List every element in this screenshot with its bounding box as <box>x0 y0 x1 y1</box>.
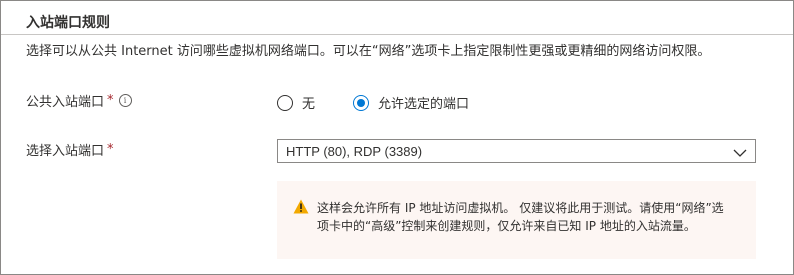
warning-text: 这样会允许所有 IP 地址访问虚拟机。 仅建议将此用于测试。请使用“网络”选 项… <box>317 199 724 235</box>
public-inbound-ports-radio-group: 无 允许选定的端口 <box>277 93 469 112</box>
radio-allow-selected-ports[interactable]: 允许选定的端口 <box>353 93 469 112</box>
radio-none-circle[interactable] <box>277 94 293 111</box>
radio-none[interactable]: 无 <box>277 93 315 112</box>
inbound-port-rules-panel: 入站端口规则 选择可以从公共 Internet 访问哪些虚拟机网络端口。可以在“… <box>0 0 794 275</box>
select-inbound-ports-value[interactable]: HTTP (80), RDP (3389) <box>286 144 422 159</box>
info-icon[interactable]: i <box>118 94 132 107</box>
public-inbound-ports-label-row: 公共入站端口 * i <box>26 91 132 110</box>
select-inbound-ports-label-row: 选择入站端口 * <box>26 140 114 159</box>
public-inbound-ports-label: 公共入站端口 <box>26 95 105 110</box>
section-title: 入站端口规则 <box>26 15 110 31</box>
warning-text-line-2: 项卡中的“高级”控制来创建规则，仅允许来自已知 IP 地址的入站流量。 <box>317 219 696 233</box>
radio-allow-selected-ports-circle[interactable] <box>353 94 370 111</box>
radio-none-label[interactable]: 无 <box>302 93 315 112</box>
select-inbound-ports-label: 选择入站端口 <box>26 144 105 159</box>
section-description: 选择可以从公共 Internet 访问哪些虚拟机网络端口。可以在“网络”选项卡上… <box>26 44 711 59</box>
chevron-down-icon[interactable] <box>733 142 747 161</box>
radio-allow-selected-ports-label[interactable]: 允许选定的端口 <box>378 93 469 112</box>
required-asterisk: * <box>107 142 114 157</box>
warning-icon <box>293 199 309 218</box>
section-divider <box>1 34 793 35</box>
warning-text-line-1: 这样会允许所有 IP 地址访问虚拟机。 仅建议将此用于测试。请使用“网络”选 <box>317 201 724 215</box>
radio-selected-dot <box>357 98 366 107</box>
select-inbound-ports-dropdown[interactable]: HTTP (80), RDP (3389) <box>277 139 756 163</box>
required-asterisk: * <box>107 93 114 108</box>
warning-message-bar: 这样会允许所有 IP 地址访问虚拟机。 仅建议将此用于测试。请使用“网络”选 项… <box>277 181 756 259</box>
